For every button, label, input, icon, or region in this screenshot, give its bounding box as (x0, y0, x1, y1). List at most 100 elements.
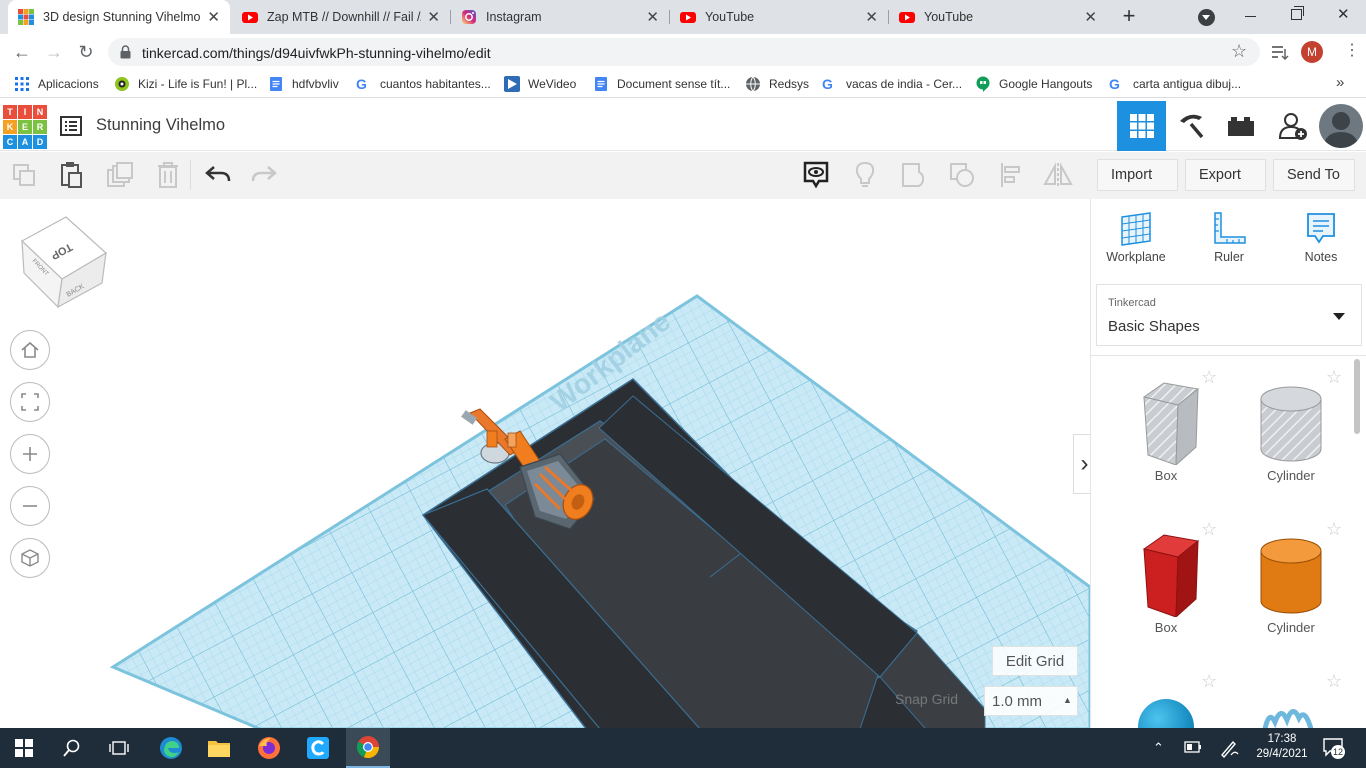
snap-grid-select[interactable]: 1.0 mm ▲ (984, 686, 1078, 716)
bookmark-item[interactable]: Redsys (745, 75, 809, 93)
more-bookmarks-icon[interactable]: » (1336, 74, 1344, 91)
bookmark-item[interactable]: G vacas de india - Cer... (822, 75, 962, 93)
tinkercad-logo[interactable]: T I N K E R C A D (3, 105, 47, 149)
zoom-in-button[interactable] (10, 434, 50, 474)
notes-visibility-icon[interactable] (801, 160, 831, 190)
align-icon[interactable] (996, 160, 1026, 190)
bookmark-item[interactable]: hdfvbvliv (268, 75, 339, 93)
3d-workplane-canvas[interactable]: Workplane TOP FRONT BACK › Edit Grid Sna… (0, 199, 1090, 729)
system-clock[interactable]: 17:38 29/4/2021 (1252, 732, 1312, 762)
close-tab-icon[interactable]: ✕ (1084, 8, 1097, 26)
ruler-tool[interactable]: Ruler (1194, 211, 1264, 264)
browser-menu-icon[interactable]: ⋮ (1344, 40, 1360, 60)
restore-icon[interactable] (1291, 6, 1304, 20)
tab-tinkercad[interactable]: 3D design Stunning Vihelmo ✕ (8, 0, 230, 34)
import-button[interactable]: Import (1097, 159, 1178, 191)
tab-zap-mtb[interactable]: Zap MTB // Downhill // Fail // ✕ (232, 0, 450, 34)
profile-avatar[interactable]: M (1301, 41, 1323, 63)
shape-cylinder-hole[interactable]: Cylinder (1231, 377, 1351, 483)
logo-letter: N (33, 105, 47, 119)
shape-box-hole[interactable]: Box (1106, 377, 1226, 483)
design-list-icon[interactable] (60, 116, 82, 136)
lightbulb-icon[interactable] (850, 160, 880, 190)
collapse-panel-chevron-icon[interactable]: › (1073, 434, 1090, 494)
tab-youtube-1[interactable]: YouTube ✕ (670, 0, 888, 34)
bookmark-item[interactable]: Aplicacions (14, 75, 99, 93)
forward-arrow-icon[interactable]: → (38, 34, 70, 70)
chrome-icon[interactable] (346, 728, 390, 768)
notes-tool[interactable]: Notes (1286, 211, 1356, 264)
redo-icon[interactable] (249, 160, 279, 190)
tab-youtube-2[interactable]: YouTube ✕ (889, 0, 1107, 34)
scribble-shape-icon[interactable] (1261, 704, 1321, 729)
perspective-toggle-button[interactable] (10, 538, 50, 578)
shape-cylinder-solid[interactable]: Cylinder (1231, 529, 1351, 635)
zoom-out-button[interactable] (10, 486, 50, 526)
tab-instagram[interactable]: Instagram ✕ (451, 0, 669, 34)
file-explorer-icon[interactable] (200, 732, 238, 764)
bookmark-star-icon[interactable]: ☆ (1231, 41, 1247, 62)
favorite-star-icon[interactable]: ☆ (1201, 367, 1217, 388)
bookmark-item[interactable]: Google Hangouts (975, 75, 1092, 93)
search-icon[interactable] (53, 732, 91, 764)
home-view-button[interactable] (10, 330, 50, 370)
blocks-button[interactable] (1166, 101, 1216, 151)
workplane-tool[interactable]: Workplane (1101, 211, 1171, 264)
paste-icon[interactable] (56, 160, 86, 190)
shape-library-select[interactable]: Tinkercad Basic Shapes (1096, 284, 1362, 346)
share-user-button[interactable] (1270, 101, 1316, 151)
task-view-icon[interactable] (100, 732, 138, 764)
minimize-icon[interactable] (1245, 16, 1256, 17)
cortana-c-icon[interactable] (299, 732, 337, 764)
battery-icon[interactable] (1184, 741, 1202, 753)
view-3d-button[interactable] (1117, 101, 1166, 151)
edge-browser-icon[interactable] (152, 732, 190, 764)
notifications-button[interactable]: 12 (1322, 737, 1346, 759)
send-to-button[interactable]: Send To (1273, 159, 1355, 191)
favorite-star-icon[interactable]: ☆ (1326, 367, 1342, 388)
delete-trash-icon[interactable] (153, 160, 183, 190)
new-tab-icon[interactable]: + (1118, 5, 1140, 28)
panel-scrollbar[interactable] (1354, 359, 1360, 434)
workplane-scene[interactable]: Workplane (0, 199, 1090, 729)
lock-icon[interactable] (120, 45, 131, 59)
bricks-button[interactable] (1216, 101, 1266, 151)
tab-search-icon[interactable] (1198, 9, 1215, 26)
reload-icon[interactable]: ↻ (70, 34, 102, 70)
export-button[interactable]: Export (1185, 159, 1266, 191)
bookmark-item[interactable]: Document sense tít... (593, 75, 730, 93)
bookmark-item[interactable]: Kizi - Life is Fun! | Pl... (114, 75, 257, 93)
close-tab-icon[interactable]: ✕ (207, 8, 220, 26)
ungroup-icon[interactable] (947, 160, 977, 190)
bookmark-item[interactable]: WeVideo (504, 75, 576, 93)
user-avatar[interactable] (1319, 104, 1363, 148)
view-cube[interactable]: TOP FRONT BACK (18, 213, 110, 309)
shape-sphere[interactable] (1138, 699, 1194, 729)
shape-box-solid[interactable]: Box (1106, 529, 1226, 635)
favorite-star-icon[interactable]: ☆ (1201, 519, 1217, 540)
design-title[interactable]: Stunning Vihelmo (96, 116, 225, 135)
close-window-icon[interactable]: ✕ (1337, 5, 1350, 23)
reading-list-icon[interactable] (1271, 44, 1289, 60)
fit-view-button[interactable] (10, 382, 50, 422)
favorite-star-icon[interactable]: ☆ (1326, 671, 1342, 692)
copy-icon[interactable] (9, 160, 39, 190)
bookmark-item[interactable]: G carta antigua dibuj... (1109, 75, 1241, 93)
edit-grid-button[interactable]: Edit Grid (992, 646, 1078, 676)
close-tab-icon[interactable]: ✕ (646, 8, 659, 26)
bookmark-item[interactable]: G cuantos habitantes... (356, 75, 491, 93)
favorite-star-icon[interactable]: ☆ (1201, 671, 1217, 692)
favorite-star-icon[interactable]: ☆ (1326, 519, 1342, 540)
windows-start-icon[interactable] (5, 732, 43, 764)
group-icon[interactable] (899, 160, 929, 190)
address-bar[interactable]: tinkercad.com/things/d94uivfwkPh-stunnin… (108, 38, 1260, 66)
mirror-icon[interactable] (1043, 160, 1073, 190)
duplicate-icon[interactable] (105, 160, 135, 190)
close-tab-icon[interactable]: ✕ (865, 8, 878, 26)
pen-workspace-icon[interactable] (1219, 738, 1239, 758)
back-arrow-icon[interactable]: ← (6, 34, 38, 70)
firefox-icon[interactable] (250, 732, 288, 764)
undo-icon[interactable] (203, 160, 233, 190)
show-hidden-icons-icon[interactable]: ⌃ (1153, 740, 1164, 756)
close-tab-icon[interactable]: ✕ (427, 8, 440, 26)
